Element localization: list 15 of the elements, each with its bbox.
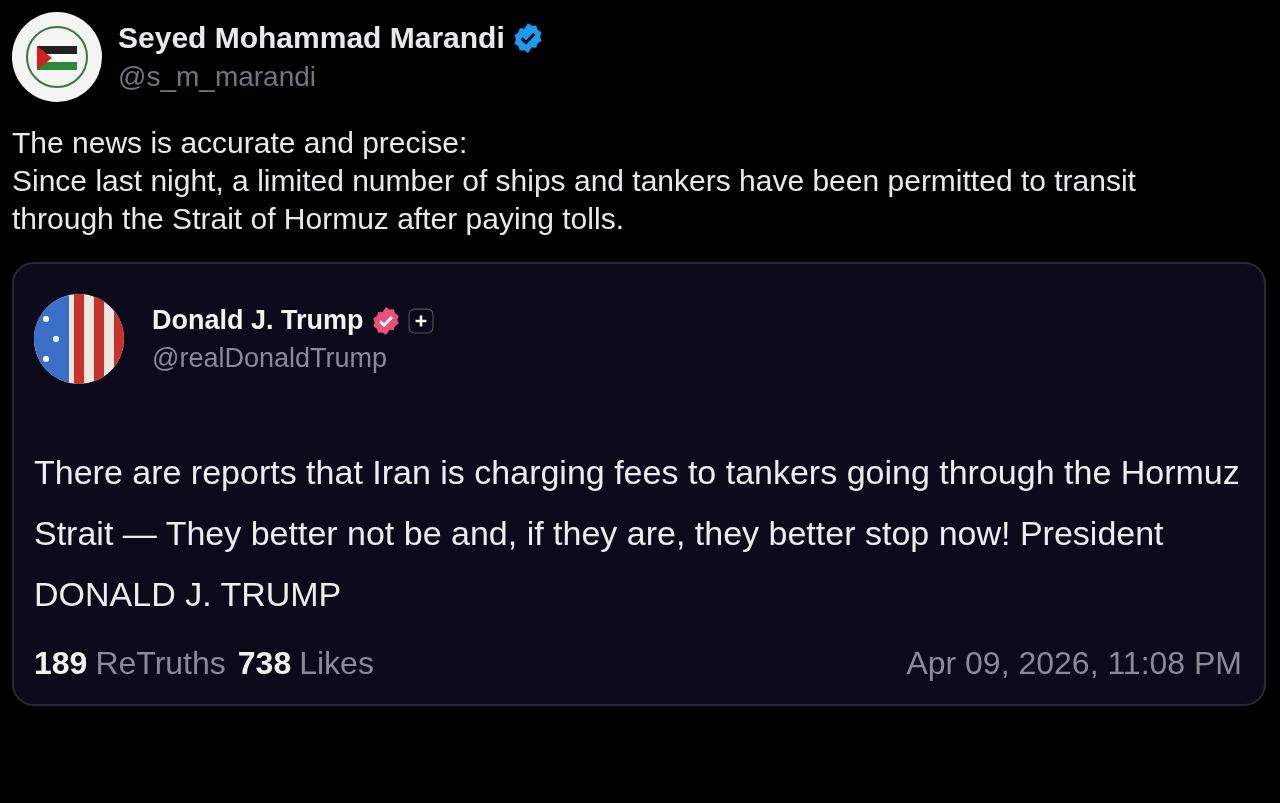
post-text: The news is accurate and precise: (12, 125, 469, 161)
quoted-post-text: There are reports that Iran is charging fees to tankers going through the Hormuz Strait — They better not be and, if they are, they better stop now! President DONALD J. TRUMP (34, 452, 1241, 615)
author-name[interactable]: Seyed Mohammad Marandi (118, 21, 505, 55)
plus-icon (407, 307, 434, 334)
avatar-icon (12, 12, 102, 102)
post-text: Since last night, a limited number of ships and tankers have been permitted to transit through the Strait of Hormuz after paying tolls. (12, 163, 1137, 237)
timestamp: Apr 09, 2026, 11:08 PM (906, 645, 1242, 682)
stat-count: 189 (34, 645, 88, 682)
author-name[interactable]: Donald J. Trump (152, 305, 364, 336)
author-handle[interactable]: @s_m_marandi (118, 61, 545, 93)
stat-label: ReTruths (95, 645, 226, 682)
quoted-post-card[interactable] (12, 262, 1266, 706)
stat-label: Likes (299, 645, 374, 682)
author-handle[interactable]: @realDonaldTrump (152, 342, 434, 374)
stat-count: 738 (237, 645, 292, 682)
